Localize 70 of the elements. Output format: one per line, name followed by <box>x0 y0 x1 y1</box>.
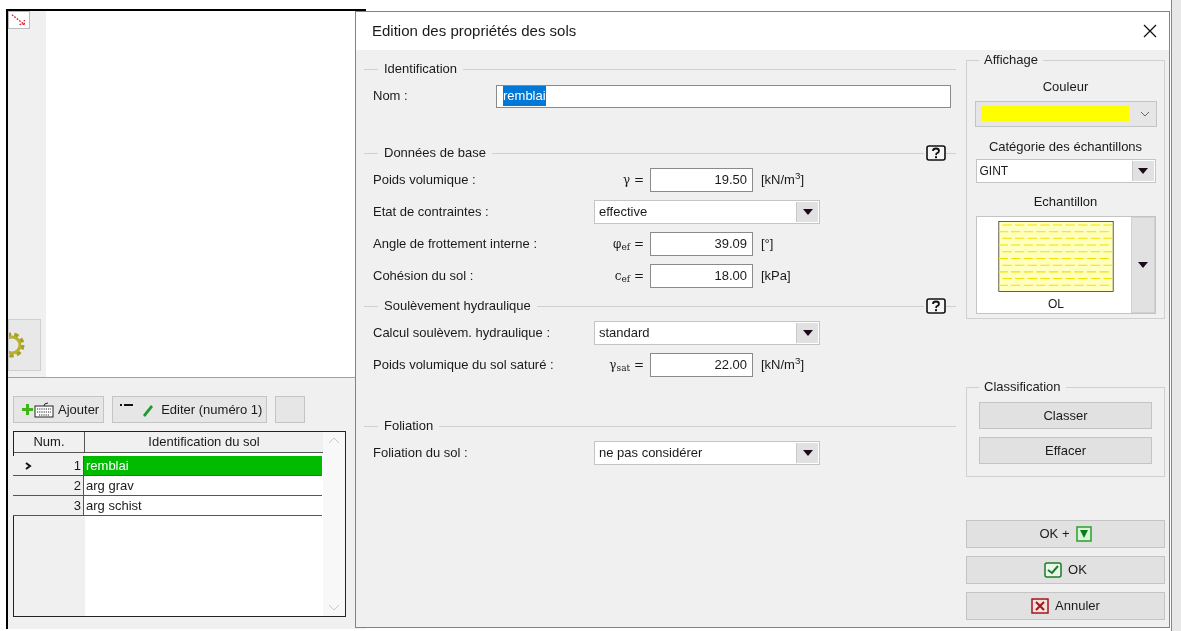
number-field[interactable]: 22.00 <box>650 353 753 377</box>
section-title: Foliation <box>383 417 435 436</box>
field-label: Foliation du sol : <box>373 444 469 463</box>
category-dropdown[interactable]: GINT <box>975 159 1156 183</box>
dropdown-field[interactable]: ne pas considérer <box>594 441 820 465</box>
table-row[interactable]: 2 arg grav <box>13 476 322 496</box>
caret-icon <box>796 323 818 343</box>
symbol-label: φ$_{ef}$ = <box>612 236 645 253</box>
dialog-button[interactable]: Annuler <box>966 592 1165 620</box>
name-field[interactable]: remblai <box>496 84 951 108</box>
color-dropdown[interactable] <box>974 100 1157 127</box>
sample-code: OL <box>1048 295 1064 313</box>
column-header: Identification du sol <box>147 433 261 451</box>
caret-icon <box>796 443 818 463</box>
help-icon[interactable] <box>926 145 946 161</box>
unit-label: [kN/m$^{3}$] <box>761 355 804 375</box>
table-row[interactable]: 3 arg schist <box>13 496 322 516</box>
classification-button[interactable]: Classer <box>979 402 1152 429</box>
gear-button[interactable] <box>8 319 41 371</box>
section-title: Données de base <box>383 144 487 163</box>
check-icon <box>1044 562 1063 578</box>
number-field[interactable]: 39.09 <box>650 232 753 256</box>
window-title: Edition des propriétés des sols <box>372 20 578 41</box>
table-row[interactable]: 1 remblai <box>13 456 322 476</box>
field-label: Poids volumique : <box>373 171 477 190</box>
classification-button[interactable]: Effacer <box>979 437 1152 464</box>
number-field[interactable]: 19.50 <box>650 168 753 192</box>
close-icon[interactable] <box>1143 24 1157 38</box>
unit-label: [kN/m$^{3}$] <box>761 170 804 190</box>
dialog-button[interactable]: OK <box>966 556 1165 584</box>
caret-icon <box>1130 216 1155 313</box>
table-cell-text: 1 <box>73 456 81 475</box>
symbol-label: γ$_{sat}$ = <box>608 357 645 374</box>
unit-label: [°] <box>761 235 774 254</box>
row-pointer-icon <box>24 461 32 470</box>
table-cell-text: 2 <box>73 476 81 495</box>
field-label: Angle de frottement interne : <box>373 235 539 254</box>
caret-icon <box>1131 161 1154 181</box>
table-cell-text: 3 <box>73 496 81 515</box>
caret-icon <box>796 202 818 222</box>
sample-dropdown[interactable]: OL <box>975 215 1156 314</box>
toolbar-button[interactable]: Editer (numéro 1) <box>112 396 268 423</box>
field-label: Calcul soulèvem. hydraulique : <box>373 324 552 343</box>
unit-label: [kPa] <box>761 267 791 286</box>
scroll-down-icon[interactable] <box>328 604 340 612</box>
category-label: Catégorie des échantillons <box>988 137 1143 156</box>
number-field[interactable]: 18.00 <box>650 264 753 288</box>
field-label: Cohésion du sol : <box>373 267 475 286</box>
toolbar-button[interactable]: Ajouter <box>13 396 105 423</box>
help-icon[interactable] <box>926 298 946 314</box>
chevron-icon <box>1139 110 1150 117</box>
dialog-button[interactable]: OK + <box>966 520 1165 548</box>
toolbar-button[interactable] <box>275 396 306 423</box>
column-header: Num. <box>14 432 85 452</box>
field-label: Nom : <box>373 87 409 106</box>
symbol-label: γ = <box>621 172 645 189</box>
field-label: Etat de contraintes : <box>373 203 490 222</box>
dropdown-field[interactable]: standard <box>594 321 820 345</box>
symbol-label: c$_{ef}$ = <box>613 268 645 285</box>
close-box-icon <box>1031 598 1050 614</box>
section-title: Identification <box>383 60 458 79</box>
scroll-up-icon[interactable] <box>328 436 340 444</box>
field-label: Poids volumique du sol saturé : <box>373 356 555 375</box>
dropdown-field[interactable]: effective <box>594 200 820 224</box>
sample-label: Echantillon <box>1033 193 1098 211</box>
section-title: Soulèvement hydraulique <box>383 297 532 316</box>
group-title: Affichage <box>979 52 1043 68</box>
table-cell: remblai <box>84 456 322 475</box>
color-label: Couleur <box>1042 78 1089 96</box>
scrollbar[interactable] <box>323 432 345 616</box>
